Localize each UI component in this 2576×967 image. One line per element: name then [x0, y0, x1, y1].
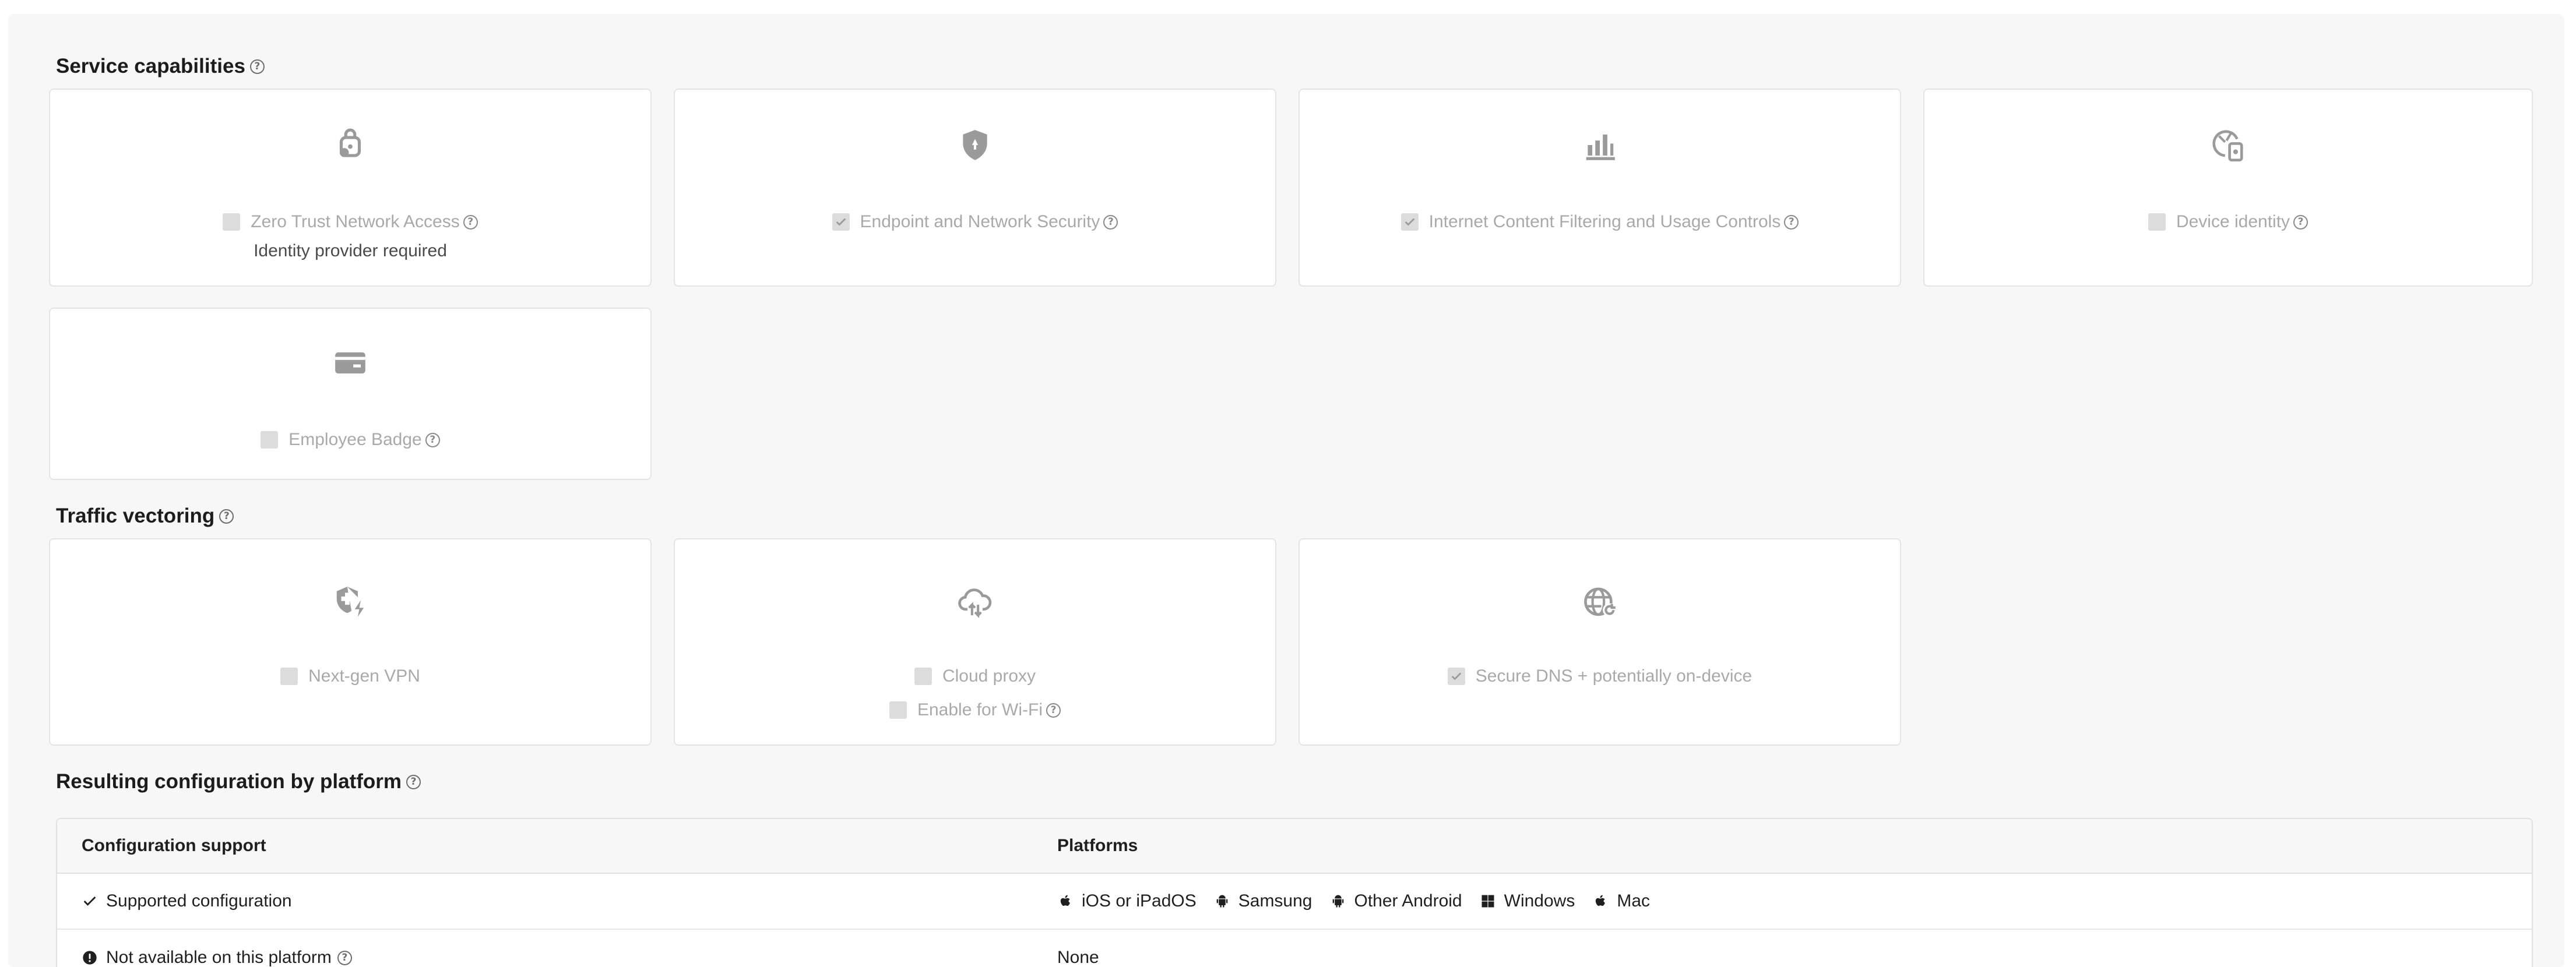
- employee-badge-checkbox[interactable]: [261, 431, 279, 449]
- help-icon[interactable]: ?: [337, 950, 352, 965]
- cloud-transfer-icon: [955, 581, 995, 622]
- help-icon[interactable]: ?: [1046, 703, 1061, 718]
- platform-item: Other Android: [1330, 891, 1462, 911]
- card-cloud-proxy: Cloud proxy Enable for Wi-Fi ?: [674, 538, 1276, 746]
- device-identity-icon: [2208, 125, 2248, 165]
- help-icon[interactable]: ?: [406, 774, 421, 789]
- device-identity-checkbox[interactable]: [2148, 213, 2166, 231]
- platform-list: iOS or iPadOS Samsung Other Android Wind…: [1057, 891, 1667, 911]
- help-icon[interactable]: ?: [1103, 214, 1118, 230]
- card-content-filtering: Internet Content Filtering and Usage Con…: [1298, 89, 1901, 287]
- help-icon[interactable]: ?: [249, 59, 265, 74]
- android-icon: [1216, 895, 1228, 908]
- content-filtering-checkbox[interactable]: [1400, 213, 1419, 231]
- android-icon: [1332, 895, 1343, 908]
- resulting-config-title: Resulting configuration by platform ?: [56, 770, 421, 793]
- wifi-checkbox[interactable]: [889, 701, 907, 719]
- next-gen-vpn-option[interactable]: Next-gen VPN: [50, 666, 650, 686]
- platforms-none: None: [1057, 948, 1099, 967]
- badge-card-icon: [330, 343, 371, 383]
- card-zero-trust: Zero Trust Network Access ? Identity pro…: [49, 89, 652, 287]
- card-device-identity: Device identity ?: [1923, 89, 2533, 287]
- lock-key-icon: [330, 125, 371, 165]
- wifi-option[interactable]: Enable for Wi-Fi ?: [675, 700, 1275, 720]
- configuration-panel: Service capabilities ? Zero Trust Networ…: [8, 14, 2564, 967]
- secure-dns-checkbox[interactable]: [1447, 668, 1465, 685]
- platform-item: Samsung: [1214, 891, 1312, 911]
- device-identity-option[interactable]: Device identity ?: [1924, 212, 2532, 232]
- help-icon[interactable]: ?: [2293, 214, 2308, 230]
- endpoint-security-checkbox[interactable]: [832, 213, 850, 231]
- help-icon[interactable]: ?: [1784, 214, 1799, 230]
- employee-badge-option[interactable]: Employee Badge ?: [50, 430, 650, 450]
- column-configuration-support: Configuration support: [82, 836, 266, 855]
- check-icon: [83, 897, 96, 906]
- apple-icon: [1596, 895, 1606, 906]
- cloud-proxy-option[interactable]: Cloud proxy: [675, 666, 1275, 686]
- status-text: Not available on this platform: [106, 948, 332, 967]
- shield-bolt-icon: [330, 581, 371, 622]
- help-icon[interactable]: ?: [219, 509, 234, 524]
- table-row: Not available on this platform ? None: [57, 930, 2532, 967]
- card-endpoint-security: Endpoint and Network Security ?: [674, 89, 1276, 287]
- card-employee-badge: Employee Badge ?: [49, 308, 652, 480]
- zero-trust-checkbox[interactable]: [223, 213, 241, 231]
- shield-icon: [955, 125, 995, 165]
- platform-item: Mac: [1592, 891, 1650, 911]
- cloud-proxy-checkbox[interactable]: [914, 668, 932, 685]
- card-next-gen-vpn: Next-gen VPN: [49, 538, 652, 746]
- globe-refresh-icon: [1579, 581, 1620, 622]
- apple-icon: [1060, 895, 1070, 906]
- endpoint-security-option[interactable]: Endpoint and Network Security ?: [675, 212, 1275, 232]
- next-gen-vpn-checkbox[interactable]: [280, 668, 298, 685]
- windows-icon: [1481, 895, 1494, 908]
- platform-item: Windows: [1480, 891, 1575, 911]
- traffic-vectoring-title: Traffic vectoring ?: [56, 504, 234, 528]
- zero-trust-option[interactable]: Zero Trust Network Access ?: [50, 212, 650, 232]
- card-secure-dns: Secure DNS + potentially on-device: [1298, 538, 1901, 746]
- table-row: Supported configuration iOS or iPadOS Sa…: [57, 874, 2532, 930]
- status-text: Supported configuration: [106, 891, 292, 910]
- content-filtering-option[interactable]: Internet Content Filtering and Usage Con…: [1300, 212, 1900, 232]
- help-icon[interactable]: ?: [425, 432, 440, 447]
- secure-dns-option[interactable]: Secure DNS + potentially on-device: [1300, 666, 1900, 686]
- alert-circle-icon: [83, 951, 97, 965]
- table-header: Configuration support Platforms: [57, 819, 2532, 874]
- column-platforms: Platforms: [1057, 836, 1138, 855]
- config-table: Configuration support Platforms Supporte…: [56, 818, 2533, 967]
- help-icon[interactable]: ?: [463, 214, 478, 230]
- zero-trust-note: Identity provider required: [254, 241, 447, 260]
- service-capabilities-title: Service capabilities ?: [56, 55, 265, 78]
- bar-chart-icon: [1579, 125, 1620, 165]
- platform-item: iOS or iPadOS: [1057, 891, 1196, 911]
